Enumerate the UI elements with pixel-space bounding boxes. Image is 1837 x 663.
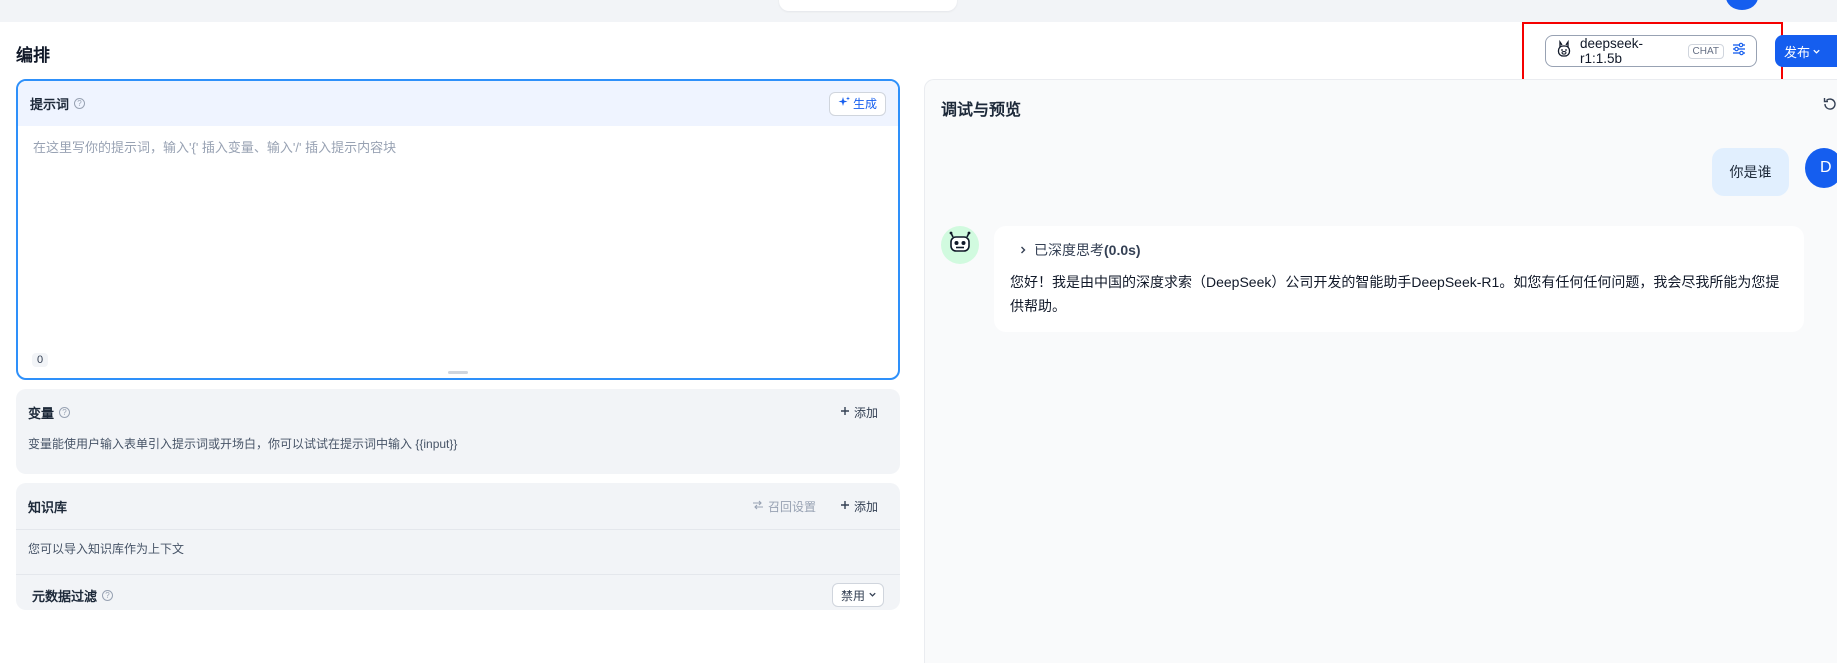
- help-icon[interactable]: ?: [74, 98, 86, 109]
- thinking-toggle[interactable]: 已深度思考 (0.0s): [1018, 240, 1788, 260]
- variables-card: 变量 ? 添加 变量能使用户输入表单引入提示词或开场白，你可以试试在提示词中输入…: [16, 389, 900, 474]
- variables-label: 变量: [28, 405, 55, 421]
- page-title: 编排: [16, 46, 50, 65]
- thinking-prefix: 已深度思考: [1034, 242, 1104, 258]
- assistant-message: 已深度思考 (0.0s) 您好！我是由中国的深度求索（DeepSeek）公司开发的…: [994, 226, 1804, 332]
- publish-label: 发布: [1784, 44, 1811, 60]
- add-label: 添加: [853, 405, 878, 420]
- help-icon[interactable]: ?: [102, 589, 114, 601]
- prompt-label: 提示词: [30, 97, 70, 112]
- char-count: 0: [32, 353, 49, 367]
- metadata-filter-select[interactable]: 禁用: [831, 583, 884, 607]
- resize-handle[interactable]: [448, 371, 468, 374]
- knowledge-description: 您可以导入知识库作为上下文: [28, 542, 185, 556]
- add-label: 添加: [853, 499, 878, 514]
- add-variable-button[interactable]: 添加: [830, 404, 888, 421]
- debug-preview-panel: 调试与预览 你是谁 D 已深度思考 (0.0s) 您好！我是由中国的深度求索（De…: [924, 79, 1837, 663]
- chevron-down-icon: [868, 588, 877, 602]
- generate-label: 生成: [852, 97, 877, 111]
- ollama-icon: [1556, 39, 1572, 63]
- chevron-right-icon: [1018, 242, 1028, 258]
- metadata-filter-row: 元数据过滤 ? 禁用: [16, 575, 900, 615]
- knowledge-label: 知识库: [28, 499, 68, 515]
- add-knowledge-button[interactable]: 添加: [830, 498, 888, 515]
- robot-icon: [947, 230, 973, 261]
- bot-avatar: [941, 226, 979, 264]
- metadata-filter-label: 元数据过滤: [32, 588, 98, 604]
- model-mode-badge: CHAT: [1687, 43, 1724, 59]
- tab-active[interactable]: [779, 0, 957, 11]
- publish-button[interactable]: 发布: [1775, 35, 1837, 67]
- prompt-input[interactable]: 在这里写你的提示词，输入'{' 插入变量、输入'/' 插入提示内容块: [33, 137, 396, 156]
- thinking-time: (0.0s): [1104, 242, 1141, 258]
- sparkle-icon: [838, 96, 850, 111]
- preview-title: 调试与预览: [941, 102, 1022, 119]
- plus-icon: [840, 405, 850, 419]
- model-name: deepseek-r1:1.5b: [1580, 36, 1644, 66]
- help-icon[interactable]: ?: [59, 406, 71, 418]
- prompt-editor-card: 提示词 ? 生成 在这里写你的提示词，输入'{' 插入变量、输入'/' 插入提示…: [16, 79, 900, 380]
- user-message: 你是谁: [1712, 148, 1789, 196]
- variables-description: 变量能使用户输入表单引入提示词或开场白，你可以试试在提示词中输入 {{input…: [28, 437, 458, 451]
- top-nav-bar: [0, 0, 1837, 22]
- chevron-down-icon: [1812, 44, 1821, 59]
- refresh-icon[interactable]: [1822, 96, 1837, 112]
- knowledge-card: 知识库 召回设置 添加 您可以导入知识库作为上下文 元数据过滤 ? 禁用: [16, 483, 900, 610]
- model-selector-button[interactable]: deepseek-r1:1.5b CHAT: [1545, 35, 1757, 67]
- answer-text: 您好！我是由中国的深度求索（DeepSeek）公司开发的智能助手DeepSeek…: [1010, 274, 1780, 314]
- account-avatar[interactable]: [1726, 0, 1758, 10]
- plus-icon: [840, 499, 850, 513]
- settings-sliders-icon[interactable]: [1732, 42, 1746, 61]
- prompt-header: 提示词 ? 生成: [18, 81, 898, 126]
- recall-settings-button[interactable]: 召回设置: [752, 498, 830, 515]
- variables-header: 变量 ? 添加: [16, 389, 900, 435]
- knowledge-header: 知识库 召回设置 添加: [16, 483, 900, 529]
- recall-settings-label: 召回设置: [767, 499, 816, 514]
- recall-settings-icon: [752, 499, 764, 513]
- generate-button[interactable]: 生成: [828, 91, 886, 116]
- user-avatar: D: [1805, 148, 1837, 188]
- metadata-filter-value: 禁用: [840, 588, 865, 603]
